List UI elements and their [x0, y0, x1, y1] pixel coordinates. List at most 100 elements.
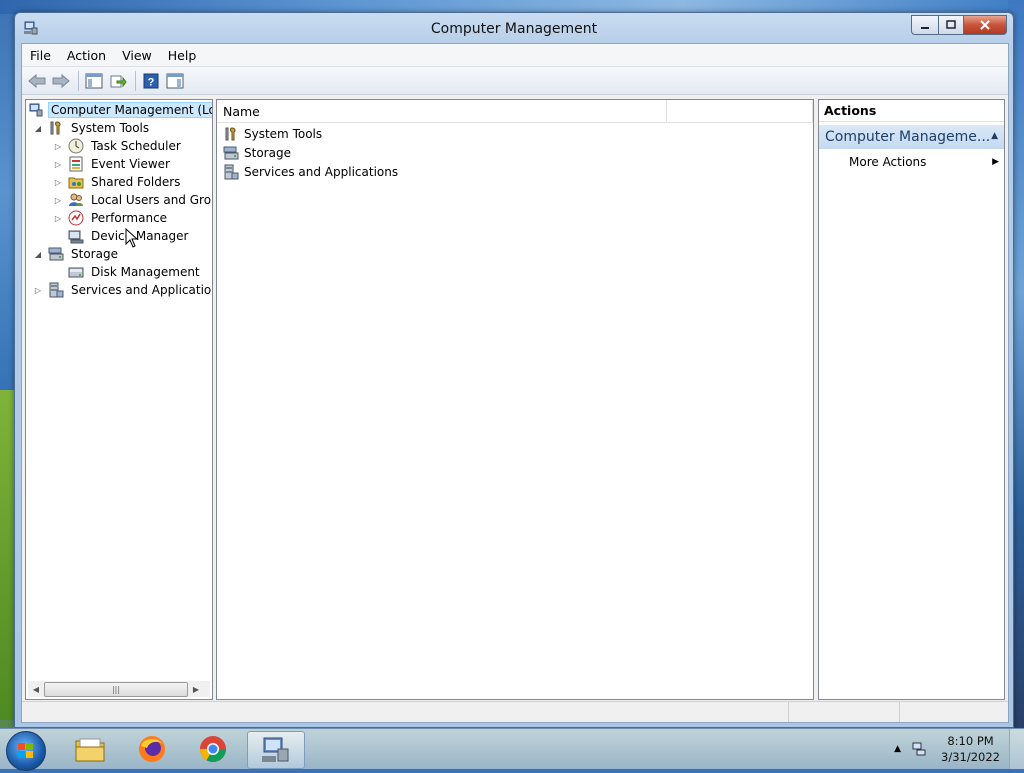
- collapse-up-icon[interactable]: ▲: [991, 131, 998, 141]
- window-client-area: File Action View Help ? Computer Managem…: [21, 43, 1009, 723]
- tree-item-label: Performance: [91, 211, 168, 225]
- taskbar-clock[interactable]: 8:10 PM 3/31/2022: [941, 733, 1000, 765]
- toolbar-separator: [78, 70, 79, 91]
- actions-section-label: Computer Manageme...: [825, 129, 991, 145]
- tree-horizontal-scrollbar[interactable]: ◀ ||| ▶: [28, 681, 210, 697]
- minimize-button[interactable]: [911, 15, 939, 35]
- clock-time: 8:10 PM: [947, 734, 994, 748]
- list-header: Name: [217, 100, 813, 123]
- computer-management-icon: [262, 737, 289, 762]
- show-desktop-button[interactable]: [1009, 729, 1024, 769]
- toolbar: ?: [22, 67, 1008, 95]
- export-list-button[interactable]: [107, 70, 129, 92]
- event-viewer-icon: [68, 156, 84, 172]
- close-button[interactable]: [964, 15, 1007, 35]
- back-icon: [28, 73, 46, 88]
- expand-arrow-icon[interactable]: ▷: [52, 214, 64, 223]
- export-list-icon: [110, 75, 127, 87]
- show-hide-console-tree-button[interactable]: [83, 70, 105, 92]
- computer-management-window: Computer Management File Action View Hel…: [14, 12, 1014, 728]
- computer-management-icon: [28, 102, 44, 118]
- window-title: Computer Management: [430, 21, 598, 37]
- taskbar-computer-management[interactable]: [247, 731, 305, 769]
- tools-icon: [223, 126, 239, 142]
- tree-item-label: Local Users and Groups: [91, 193, 212, 207]
- menu-file[interactable]: File: [22, 48, 59, 63]
- list-item-storage[interactable]: Storage: [223, 144, 294, 162]
- submenu-arrow-icon: ▶: [992, 157, 999, 167]
- collapse-arrow-icon[interactable]: ◢: [32, 124, 44, 133]
- tree-item-label: Computer Management (Local: [48, 102, 212, 118]
- taskbar-file-explorer[interactable]: [62, 731, 118, 767]
- more-actions-label: More Actions: [849, 155, 927, 169]
- scroll-right-arrow-icon[interactable]: ▶: [188, 681, 204, 697]
- tree-item-storage[interactable]: ◢ Storage: [32, 245, 121, 263]
- tree-item-label: Disk Management: [91, 265, 200, 279]
- actions-pane: Actions Computer Manageme... ▲ More Acti…: [818, 99, 1005, 700]
- expand-arrow-icon[interactable]: ▷: [52, 142, 64, 151]
- list-item-services-and-applications[interactable]: Services and Applications: [223, 163, 401, 181]
- results-list-pane[interactable]: Name System Tools Storage Services and A…: [216, 99, 814, 700]
- list-item-system-tools[interactable]: System Tools: [223, 125, 325, 143]
- tree-item-computer-management[interactable]: Computer Management (Local: [28, 101, 212, 119]
- tree-item-task-scheduler[interactable]: ▷ Task Scheduler: [52, 137, 184, 155]
- tree-item-label: Shared Folders: [91, 175, 181, 189]
- scrollbar-thumb[interactable]: |||: [44, 681, 188, 697]
- tree-item-services-and-applications[interactable]: ▷ Services and Applications: [32, 281, 213, 299]
- scroll-left-arrow-icon[interactable]: ◀: [28, 681, 44, 697]
- tree-item-label: Task Scheduler: [91, 139, 181, 153]
- expand-arrow-icon[interactable]: ▷: [52, 178, 64, 187]
- menu-view[interactable]: View: [114, 48, 160, 63]
- taskbar: ▲ 8:10 PM 3/31/2022: [0, 728, 1024, 771]
- show-hide-action-pane-icon: [166, 73, 184, 88]
- menu-help[interactable]: Help: [160, 48, 205, 63]
- title-bar[interactable]: Computer Management: [15, 13, 1013, 45]
- taskbar-chrome[interactable]: [185, 731, 241, 767]
- collapse-arrow-icon[interactable]: ◢: [32, 250, 44, 259]
- windows-logo-icon: [18, 743, 33, 758]
- clock-date: 3/31/2022: [941, 750, 1000, 764]
- tree-item-label: Event Viewer: [91, 157, 170, 171]
- tree-item-shared-folders[interactable]: ▷ Shared Folders: [52, 173, 183, 191]
- start-button[interactable]: [6, 731, 46, 771]
- expand-arrow-icon[interactable]: ▷: [52, 196, 64, 205]
- forward-button[interactable]: [50, 70, 72, 92]
- tree-item-local-users-and-groups[interactable]: ▷ Local Users and Groups: [52, 191, 212, 209]
- tree-item-disk-management[interactable]: Disk Management: [52, 263, 203, 281]
- help-icon: ?: [143, 73, 159, 88]
- menu-bar: File Action View Help: [22, 44, 1008, 67]
- column-header-empty[interactable]: [667, 100, 813, 122]
- status-bar: [22, 701, 1008, 722]
- menu-action[interactable]: Action: [59, 48, 114, 63]
- column-header-name[interactable]: Name: [217, 100, 668, 122]
- toolbar-separator: [135, 70, 136, 91]
- chrome-icon: [199, 736, 227, 763]
- help-button[interactable]: ?: [140, 70, 162, 92]
- expand-arrow-icon[interactable]: ▷: [52, 160, 64, 169]
- console-tree-pane[interactable]: Computer Management (Local ◢ System Tool…: [25, 99, 213, 700]
- disk-icon: [68, 264, 84, 280]
- services-icon: [48, 282, 64, 298]
- back-button[interactable]: [26, 70, 48, 92]
- network-icon[interactable]: [911, 741, 927, 757]
- expand-arrow-icon[interactable]: ▷: [32, 286, 44, 295]
- list-item-label: Services and Applications: [244, 165, 399, 179]
- show-hide-console-tree-icon: [85, 73, 103, 88]
- storage-icon: [223, 145, 239, 161]
- maximize-button[interactable]: [939, 15, 964, 35]
- show-hidden-icons-arrow[interactable]: ▲: [894, 744, 901, 754]
- tree-item-label: Services and Applications: [71, 283, 213, 297]
- show-hide-action-pane-button[interactable]: [164, 70, 186, 92]
- taskbar-firefox[interactable]: [124, 731, 180, 767]
- tree-item-device-manager[interactable]: Device Manager: [52, 227, 191, 245]
- tree-item-event-viewer[interactable]: ▷ Event Viewer: [52, 155, 173, 173]
- status-cell-main: [22, 702, 789, 722]
- actions-section-computer-management[interactable]: Computer Manageme... ▲: [819, 125, 1004, 149]
- caption-buttons: [911, 15, 1007, 35]
- system-tray: ▲ 8:10 PM 3/31/2022: [894, 729, 1024, 769]
- status-cell-secondary: [789, 702, 900, 722]
- tree-item-performance[interactable]: ▷ Performance: [52, 209, 170, 227]
- forward-icon: [52, 73, 70, 88]
- more-actions-item[interactable]: More Actions ▶: [849, 152, 999, 172]
- tree-item-system-tools[interactable]: ◢ System Tools: [32, 119, 152, 137]
